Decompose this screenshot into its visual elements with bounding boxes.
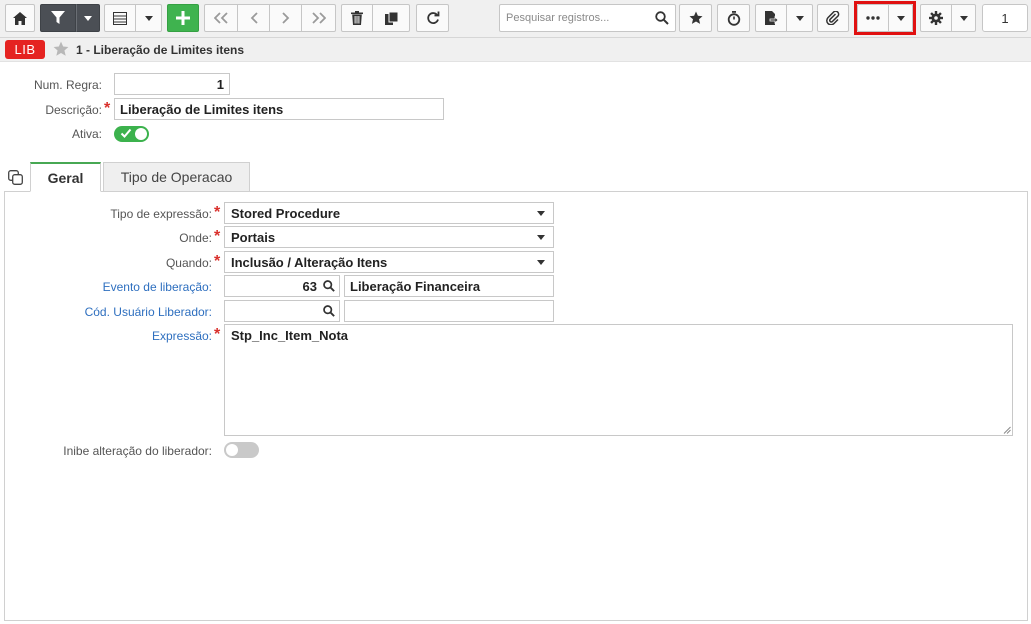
plus-icon (176, 11, 190, 25)
refresh-icon (426, 11, 439, 24)
tipo-expressao-select[interactable]: Stored Procedure (224, 202, 554, 224)
quando-select[interactable]: Inclusão / Alteração Itens (224, 251, 554, 273)
inibe-alteracao-label: Inibe alteração do liberador: (63, 444, 212, 458)
toggle-knob (226, 444, 238, 456)
trash-icon (351, 11, 363, 25)
grid-view-dropdown-button[interactable] (136, 4, 162, 32)
home-button[interactable] (5, 4, 35, 32)
timer-button[interactable] (717, 4, 750, 32)
add-record-button[interactable] (167, 4, 199, 32)
search-icon[interactable] (655, 11, 669, 25)
module-badge: LIB (5, 40, 45, 59)
search-box (499, 4, 676, 32)
onde-value: Portais (231, 229, 276, 245)
double-chevron-left-icon (214, 12, 228, 24)
expressao-textarea[interactable]: Stp_Inc_Item_Nota (224, 324, 1013, 436)
cod-usuario-liberador-desc-field (344, 300, 554, 322)
onde-select[interactable]: Portais (224, 226, 554, 248)
toolbar: 1 (0, 0, 1031, 38)
required-asterisk: * (104, 100, 111, 117)
ativa-toggle[interactable] (114, 126, 149, 142)
duplicate-button[interactable] (373, 4, 410, 32)
stopwatch-icon (727, 10, 740, 26)
favorite-button[interactable] (679, 4, 712, 32)
cod-usuario-liberador-label[interactable]: Cód. Usuário Liberador: (20, 305, 212, 319)
evento-liberacao-code: 63 (302, 278, 317, 294)
gear-icon (929, 11, 943, 25)
tipo-expressao-value: Stored Procedure (231, 205, 341, 221)
onde-label: Onde: (179, 231, 212, 245)
page-number-box[interactable]: 1 (982, 4, 1028, 32)
ativa-label: Ativa: (71, 127, 102, 141)
first-record-button[interactable] (204, 4, 238, 32)
filter-dropdown-button[interactable] (76, 4, 100, 32)
export-file-icon (764, 11, 778, 25)
chevron-right-icon (281, 12, 289, 24)
evento-liberacao-code-field[interactable]: 63 (224, 275, 340, 297)
duplicate-tab-icon[interactable] (8, 170, 23, 185)
required-asterisk: * (214, 326, 221, 343)
chevron-down-icon (537, 235, 545, 240)
chevron-down-icon (537, 211, 545, 216)
chevron-down-icon (959, 15, 968, 21)
last-record-button[interactable] (302, 4, 336, 32)
double-chevron-right-icon (311, 12, 326, 24)
export-button[interactable] (755, 4, 787, 32)
expressao-value: Stp_Inc_Item_Nota (231, 328, 349, 343)
next-record-button[interactable] (270, 4, 302, 32)
check-icon (120, 128, 132, 138)
chevron-down-icon (537, 260, 545, 265)
page-number: 1 (1001, 10, 1009, 26)
search-icon[interactable] (323, 280, 335, 292)
quando-value: Inclusão / Alteração Itens (231, 254, 388, 270)
page-title: 1 - Liberação de Limites itens (76, 43, 245, 57)
previous-record-button[interactable] (238, 4, 270, 32)
record-titlebar: LIB 1 - Liberação de Limites itens (0, 38, 1031, 62)
export-dropdown-button[interactable] (787, 4, 813, 32)
settings-button[interactable] (920, 4, 952, 32)
star-icon (689, 11, 702, 24)
resize-grip-icon[interactable] (1003, 426, 1011, 434)
home-icon (13, 11, 27, 25)
paperclip-icon (826, 11, 840, 25)
expressao-label[interactable]: Expressão: (20, 329, 212, 343)
chevron-down-icon (84, 15, 92, 21)
num-regra-label: Num. Regra: (33, 78, 102, 92)
grid-view-button[interactable] (104, 4, 136, 32)
required-asterisk: * (214, 228, 221, 245)
refresh-button[interactable] (416, 4, 449, 32)
chevron-left-icon (250, 12, 258, 24)
required-asterisk: * (214, 204, 221, 221)
num-regra-field[interactable]: 1 (114, 73, 230, 95)
attachments-button[interactable] (817, 4, 849, 32)
highlight-box (854, 1, 916, 35)
required-asterisk: * (214, 253, 221, 270)
tipo-expressao-label: Tipo de expressão: (110, 207, 212, 221)
settings-dropdown-button[interactable] (952, 4, 976, 32)
chevron-down-icon (795, 15, 804, 21)
search-input[interactable] (500, 5, 650, 31)
toggle-knob (135, 128, 147, 140)
favorite-star-icon[interactable] (53, 41, 69, 57)
delete-button[interactable] (341, 4, 373, 32)
list-icon (113, 11, 127, 25)
filter-icon (51, 11, 65, 24)
tab-geral[interactable]: Geral (30, 162, 101, 192)
quando-label: Quando: (165, 256, 212, 270)
filter-button[interactable] (40, 4, 76, 32)
search-icon[interactable] (323, 305, 335, 317)
inibe-alteracao-toggle[interactable] (224, 442, 259, 458)
copy-icon (384, 11, 398, 25)
cod-usuario-liberador-code-field[interactable] (224, 300, 340, 322)
descricao-field[interactable]: Liberação de Limites itens (114, 98, 444, 120)
chevron-down-icon (144, 15, 153, 21)
evento-liberacao-label[interactable]: Evento de liberação: (20, 280, 212, 294)
evento-liberacao-desc-field: Liberação Financeira (344, 275, 554, 297)
descricao-label: Descrição: (45, 103, 102, 117)
tab-tipo-de-operacao[interactable]: Tipo de Operacao (103, 162, 250, 192)
